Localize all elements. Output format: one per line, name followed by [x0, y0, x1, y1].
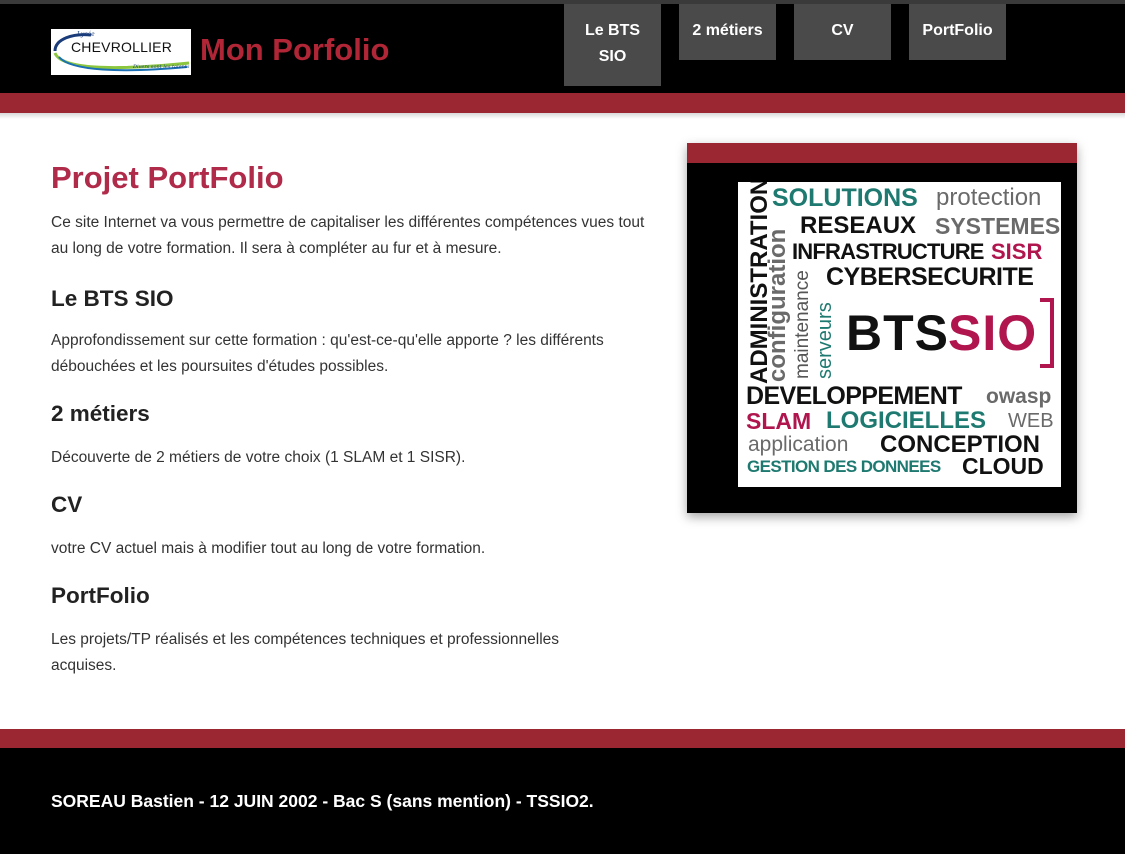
section-title-portfolio: PortFolio: [51, 583, 150, 608]
word-reseaux: RESEAUX: [800, 212, 917, 239]
word-sisr: SISR: [991, 239, 1043, 264]
bts-sio-word-cloud: SOLUTIONS protection RESEAUX SYSTEMES IN…: [738, 182, 1061, 487]
word-serveurs: serveurs: [814, 302, 836, 379]
nav-item-portfolio[interactable]: PortFolio: [909, 4, 1006, 60]
section-text-cv: votre CV actuel mais à modifier tout au …: [51, 540, 486, 557]
logo-school-name: CHEVROLLIER: [71, 39, 173, 55]
word-systemes: SYSTEMES: [935, 213, 1061, 239]
nav-item-cv[interactable]: CV: [794, 4, 891, 60]
word-owasp: owasp: [986, 385, 1052, 408]
site-title[interactable]: Mon Porfolio: [200, 32, 389, 68]
section-text-2-metiers: Découverte de 2 métiers de votre choix (…: [51, 449, 466, 466]
site-footer: SOREAU Bastien - 12 JUIN 2002 - Bac S (s…: [0, 748, 1125, 854]
word-protection: protection: [936, 184, 1042, 211]
logo-slogan: Divers sont les talents: [133, 64, 190, 70]
word-cybersecurite: CYBERSECURITE: [826, 263, 1034, 291]
nav-item-bts-sio[interactable]: Le BTS SIO: [564, 4, 661, 86]
section-title-cv: CV: [51, 492, 83, 517]
word-logicielles: LOGICIELLES: [826, 407, 987, 434]
word-application: application: [748, 433, 849, 456]
word-infrastructure: INFRASTRUCTURE: [792, 239, 984, 264]
header-shadow: [0, 113, 1125, 119]
logo-small-text: Lycée: [77, 31, 95, 38]
word-maintenance: maintenance: [792, 270, 813, 379]
footer-accent-band: [0, 729, 1125, 748]
header-accent-band: [0, 93, 1125, 113]
bts-sio-image-panel: SOLUTIONS protection RESEAUX SYSTEMES IN…: [687, 143, 1077, 513]
section-text-bts-sio: Approfondissement sur cette formation : …: [51, 332, 604, 375]
school-logo[interactable]: Lycée CHEVROLLIER Divers sont les talent…: [51, 29, 191, 75]
main-content: Projet PortFolio Ce site Internet va vou…: [51, 150, 651, 679]
nav-item-2-metiers[interactable]: 2 métiers: [679, 4, 776, 60]
word-bts: BTS: [846, 305, 949, 361]
word-configuration: configuration: [764, 228, 791, 382]
section-text-portfolio: Les projets/TP réalisés et les compétenc…: [51, 631, 560, 674]
panel-accent-band: [687, 143, 1077, 163]
word-developpement: DEVELOPPEMENT: [746, 382, 962, 410]
footer-text: SOREAU Bastien - 12 JUIN 2002 - Bac S (s…: [51, 791, 594, 811]
section-title-2-metiers: 2 métiers: [51, 401, 150, 426]
word-gestion-des-donnees: GESTION DES DONNEES: [747, 457, 941, 476]
word-cloud: CLOUD: [962, 453, 1044, 479]
word-sio: SIO: [948, 305, 1038, 361]
bts-sio-bracket-icon: [1040, 298, 1054, 368]
intro-text: Ce site Internet va vous permettre de ca…: [51, 214, 645, 257]
word-web: WEB: [1008, 410, 1054, 432]
page-title: Projet PortFolio: [51, 160, 284, 195]
word-slam: SLAM: [746, 408, 812, 434]
word-solutions: SOLUTIONS: [772, 184, 918, 212]
section-title-bts-sio: Le BTS SIO: [51, 286, 174, 311]
